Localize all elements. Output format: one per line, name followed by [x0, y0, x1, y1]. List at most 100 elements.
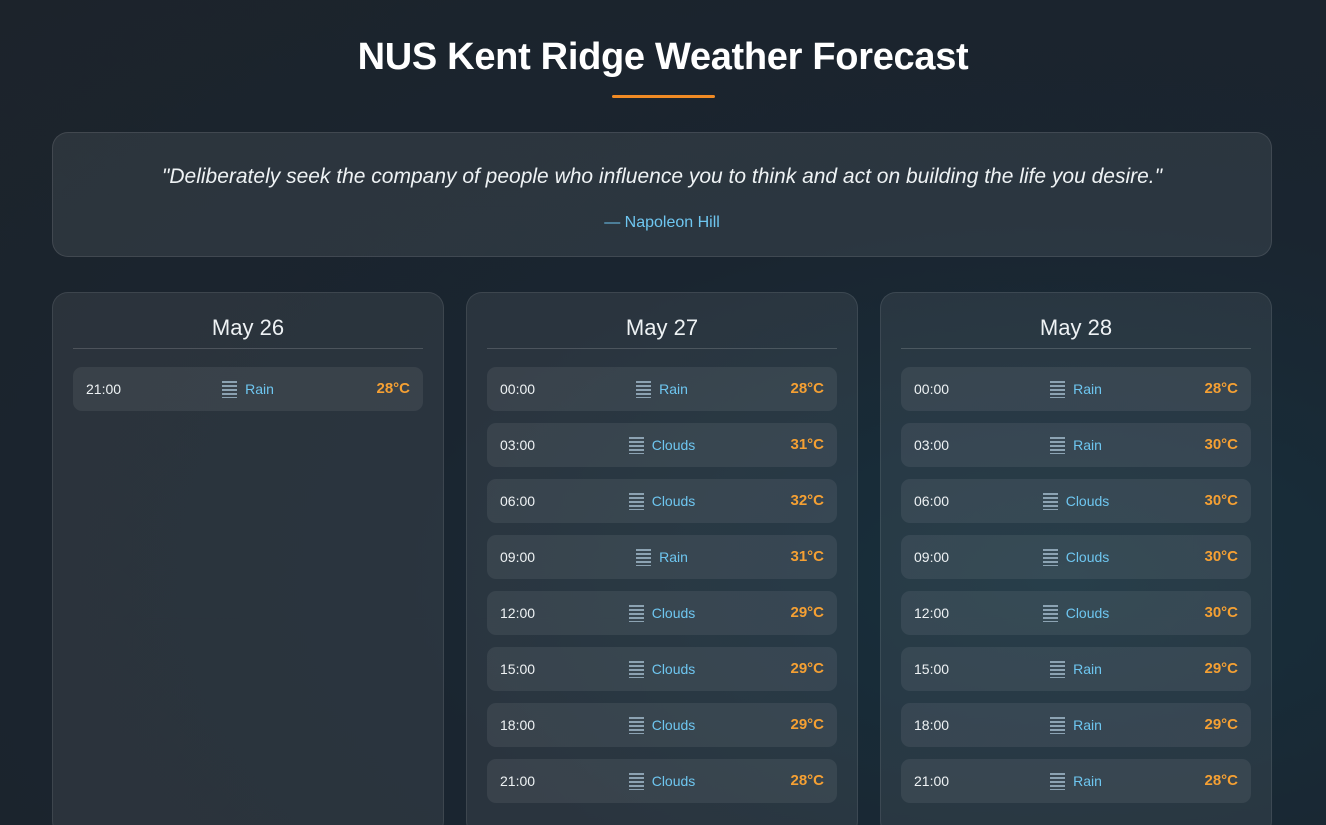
slot-condition: Rain [901, 423, 1251, 467]
clouds-icon [628, 492, 644, 510]
title-underline [612, 95, 715, 98]
slot-condition: Rain [73, 367, 423, 411]
slot-temperature: 29°C [790, 660, 824, 677]
condition-label: Clouds [651, 605, 696, 621]
forecast-slot: 09:00 Rain 31°C [487, 535, 837, 579]
day-card: May 26 21:00 Rain 28°C [52, 292, 444, 825]
condition-label: Clouds [1065, 493, 1110, 509]
forecast-slot: 21:00 Rain 28°C [73, 367, 423, 411]
clouds-icon [628, 716, 644, 734]
slot-temperature: 29°C [1204, 716, 1238, 733]
condition-label: Rain [1073, 773, 1102, 789]
condition-label: Rain [659, 549, 688, 565]
forecast-slot: 00:00 Rain 28°C [487, 367, 837, 411]
quote-card: "Deliberately seek the company of people… [52, 132, 1272, 257]
slot-temperature: 28°C [1204, 380, 1238, 397]
forecast-slot: 21:00 Clouds 28°C [487, 759, 837, 803]
day-divider [487, 348, 837, 349]
forecast-slot: 06:00 Clouds 30°C [901, 479, 1251, 523]
condition-label: Clouds [651, 773, 696, 789]
condition-label: Rain [659, 381, 688, 397]
condition-label: Clouds [651, 717, 696, 733]
day-title: May 27 [625, 315, 699, 340]
slot-list: 00:00 Rain 28°C 03:00 Rain 30°C 06:00 Clouds 30°… [901, 367, 1251, 815]
day-title: May 28 [1039, 315, 1113, 340]
slot-condition: Clouds [901, 479, 1251, 523]
forecast-slot: 00:00 Rain 28°C [901, 367, 1251, 411]
day-title: May 26 [211, 315, 285, 340]
slot-temperature: 29°C [790, 604, 824, 621]
rain-icon [1050, 436, 1066, 454]
clouds-icon [1042, 548, 1058, 566]
slot-condition: Clouds [901, 535, 1251, 579]
rain-icon [1050, 660, 1066, 678]
condition-label: Clouds [651, 661, 696, 677]
condition-label: Clouds [1065, 605, 1110, 621]
condition-label: Clouds [651, 437, 696, 453]
slot-temperature: 29°C [790, 716, 824, 733]
slot-temperature: 30°C [1204, 548, 1238, 565]
slot-list: 00:00 Rain 28°C 03:00 Clouds 31°C 06:00 Clouds 3… [487, 367, 837, 815]
slot-condition: Rain [487, 367, 837, 411]
condition-label: Clouds [651, 493, 696, 509]
forecast-slot: 18:00 Clouds 29°C [487, 703, 837, 747]
forecast-slot: 15:00 Rain 29°C [901, 647, 1251, 691]
slot-condition: Rain [901, 647, 1251, 691]
slot-list: 21:00 Rain 28°C [73, 367, 423, 423]
page-title: NUS Kent Ridge Weather Forecast [357, 36, 969, 78]
forecast-slot: 12:00 Clouds 30°C [901, 591, 1251, 635]
forecast-slot: 18:00 Rain 29°C [901, 703, 1251, 747]
day-card: May 28 00:00 Rain 28°C 03:00 Rain 30°C 06:00 Clo… [880, 292, 1272, 825]
rain-icon [222, 380, 238, 398]
condition-label: Rain [1073, 381, 1102, 397]
slot-temperature: 32°C [790, 492, 824, 509]
clouds-icon [1042, 492, 1058, 510]
forecast-slot: 09:00 Clouds 30°C [901, 535, 1251, 579]
slot-condition: Rain [901, 759, 1251, 803]
condition-label: Clouds [1065, 549, 1110, 565]
slot-temperature: 31°C [790, 436, 824, 453]
clouds-icon [628, 604, 644, 622]
slot-temperature: 28°C [790, 772, 824, 789]
slot-condition: Rain [901, 367, 1251, 411]
forecast-slot: 03:00 Rain 30°C [901, 423, 1251, 467]
day-card: May 27 00:00 Rain 28°C 03:00 Clouds 31°C 06:00 C… [466, 292, 858, 825]
slot-temperature: 30°C [1204, 436, 1238, 453]
condition-label: Rain [1073, 437, 1102, 453]
clouds-icon [628, 660, 644, 678]
forecast-slot: 15:00 Clouds 29°C [487, 647, 837, 691]
clouds-icon [1042, 604, 1058, 622]
quote-text: "Deliberately seek the company of people… [161, 165, 1163, 188]
slot-condition: Clouds [487, 647, 837, 691]
slot-temperature: 31°C [790, 548, 824, 565]
forecast-slot: 06:00 Clouds 32°C [487, 479, 837, 523]
rain-icon [636, 380, 652, 398]
slot-temperature: 30°C [1204, 492, 1238, 509]
slot-temperature: 28°C [1204, 772, 1238, 789]
slot-condition: Clouds [487, 759, 837, 803]
rain-icon [1050, 380, 1066, 398]
day-divider [73, 348, 423, 349]
forecast-slot: 03:00 Clouds 31°C [487, 423, 837, 467]
rain-icon [1050, 716, 1066, 734]
slot-condition: Clouds [487, 479, 837, 523]
forecast-slot: 21:00 Rain 28°C [901, 759, 1251, 803]
condition-label: Rain [1073, 717, 1102, 733]
slot-condition: Clouds [487, 591, 837, 635]
slot-condition: Clouds [487, 703, 837, 747]
slot-temperature: 28°C [790, 380, 824, 397]
clouds-icon [628, 772, 644, 790]
rain-icon [636, 548, 652, 566]
forecast-slot: 12:00 Clouds 29°C [487, 591, 837, 635]
slot-condition: Rain [487, 535, 837, 579]
slot-condition: Clouds [901, 591, 1251, 635]
condition-label: Rain [1073, 661, 1102, 677]
slot-condition: Rain [901, 703, 1251, 747]
slot-temperature: 30°C [1204, 604, 1238, 621]
rain-icon [1050, 772, 1066, 790]
quote-author: — Napoleon Hill [604, 214, 720, 231]
slot-temperature: 29°C [1204, 660, 1238, 677]
clouds-icon [628, 436, 644, 454]
condition-label: Rain [245, 381, 274, 397]
slot-temperature: 28°C [376, 380, 410, 397]
